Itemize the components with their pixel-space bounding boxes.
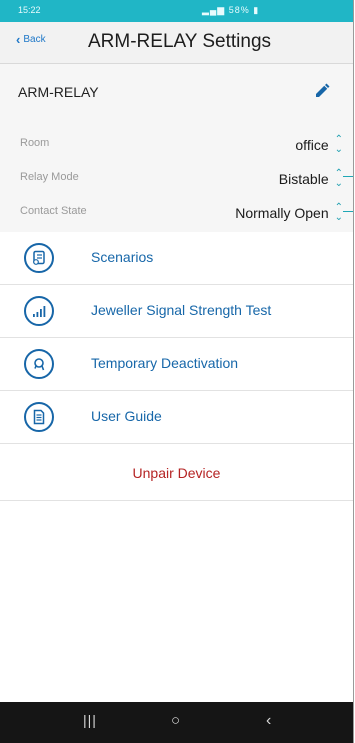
unpair-device-button[interactable]: Unpair Device bbox=[0, 446, 353, 501]
device-name: ARM-RELAY bbox=[18, 84, 99, 100]
menu-item-signal-test[interactable]: Jeweller Signal Strength Test bbox=[0, 285, 353, 338]
battery-icon: ▮ bbox=[253, 5, 260, 15]
nav-bar: ‹ Back ARM-RELAY Settings bbox=[0, 22, 353, 64]
system-nav-bar: ||| ○ ‹ bbox=[0, 702, 353, 743]
menu-item-label: Temporary Deactivation bbox=[91, 355, 239, 371]
menu-item-scenarios[interactable]: Scenarios bbox=[0, 232, 353, 285]
chevron-updown-icon: ⌃ ⌄ bbox=[334, 202, 343, 223]
room-select[interactable]: office ⌃ ⌄ bbox=[295, 135, 343, 155]
signal-icon: ▂▄▆ bbox=[202, 5, 226, 15]
back-label: Back bbox=[23, 34, 46, 45]
callout-line bbox=[343, 211, 353, 212]
contact-state-setting[interactable]: Contact State Normally Open ⌃ ⌄ bbox=[14, 194, 353, 228]
edit-icon[interactable] bbox=[313, 82, 331, 100]
scenarios-icon bbox=[24, 243, 54, 273]
setting-label: Contact State bbox=[20, 205, 87, 217]
relay-mode-select[interactable]: Bistable ⌃ ⌄ bbox=[279, 169, 343, 189]
callout-line bbox=[343, 176, 353, 177]
signal-strength-icon bbox=[24, 296, 54, 326]
setting-value: office bbox=[295, 137, 329, 153]
menu-item-label: User Guide bbox=[91, 408, 162, 424]
page-title: ARM-RELAY Settings bbox=[88, 31, 272, 52]
back-button[interactable]: ‹ Back bbox=[16, 31, 46, 47]
room-setting[interactable]: Room office ⌃ ⌄ bbox=[14, 126, 353, 161]
setting-value: Normally Open bbox=[235, 205, 329, 221]
unpair-label: Unpair Device bbox=[132, 465, 221, 481]
home-icon[interactable]: ○ bbox=[171, 712, 180, 729]
chevron-updown-icon: ⌃ ⌄ bbox=[334, 134, 343, 155]
status-signal: ▂▄▆ 58% ▮ bbox=[202, 5, 259, 16]
contact-state-select[interactable]: Normally Open ⌃ ⌄ bbox=[235, 203, 343, 223]
menu-item-user-guide[interactable]: User Guide bbox=[0, 391, 353, 444]
deactivation-icon bbox=[24, 349, 54, 379]
menu-item-temporary-deactivation[interactable]: Temporary Deactivation bbox=[0, 338, 353, 391]
status-time: 15:22 bbox=[18, 5, 41, 15]
back-nav-icon[interactable]: ‹ bbox=[266, 712, 271, 730]
chevron-left-icon: ‹ bbox=[16, 31, 21, 47]
battery-level: 58% bbox=[228, 5, 250, 15]
phone-screen: 15:22 ▂▄▆ 58% ▮ ‹ Back ARM-RELAY Setting… bbox=[0, 0, 354, 743]
menu-item-label: Jeweller Signal Strength Test bbox=[91, 302, 272, 318]
relay-mode-setting[interactable]: Relay Mode Bistable ⌃ ⌄ bbox=[14, 160, 353, 195]
status-bar: 15:22 ▂▄▆ 58% ▮ bbox=[0, 0, 353, 22]
menu-item-label: Scenarios bbox=[91, 249, 154, 265]
chevron-updown-icon: ⌃ ⌄ bbox=[334, 168, 343, 189]
device-name-row: ARM-RELAY bbox=[0, 64, 353, 119]
document-icon bbox=[24, 402, 54, 432]
setting-label: Relay Mode bbox=[20, 171, 79, 183]
setting-value: Bistable bbox=[278, 171, 329, 187]
recent-apps-icon[interactable]: ||| bbox=[83, 712, 97, 728]
setting-label: Room bbox=[20, 137, 50, 149]
